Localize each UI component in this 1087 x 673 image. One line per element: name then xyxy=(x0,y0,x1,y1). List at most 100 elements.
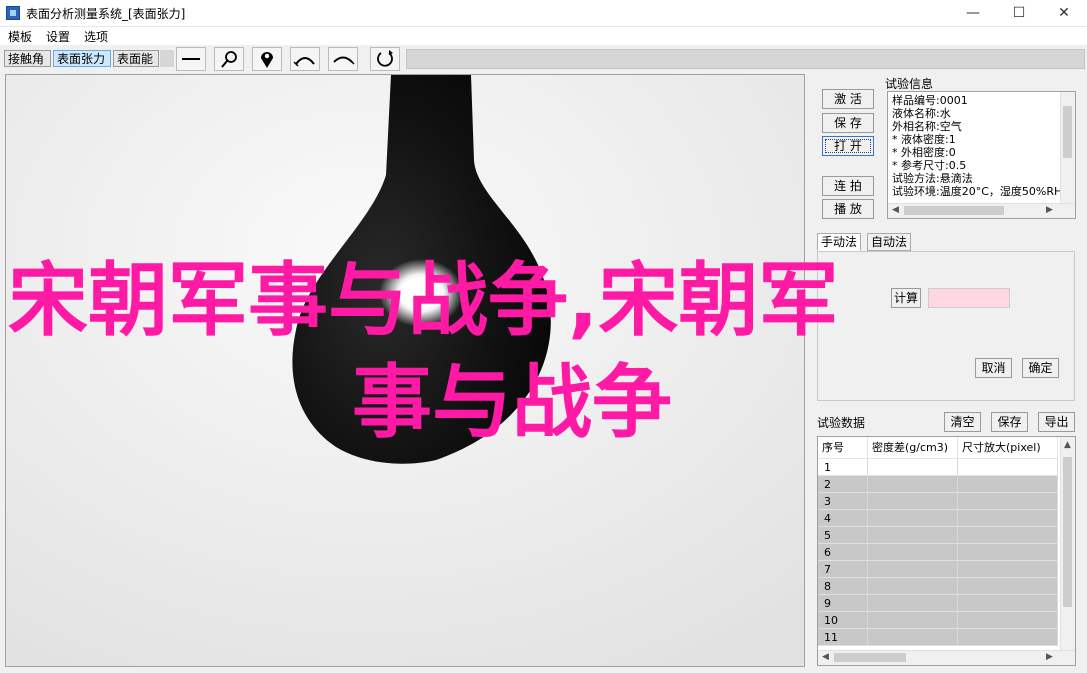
scale-cell[interactable] xyxy=(958,595,1058,612)
minimize-button[interactable]: — xyxy=(950,0,996,26)
row-index: 9 xyxy=(818,595,868,612)
tab-auto[interactable]: 自动法 xyxy=(867,233,912,251)
scale-cell[interactable] xyxy=(958,510,1058,527)
table-row[interactable]: 5 xyxy=(818,527,1058,544)
burst-button[interactable]: 连 拍 xyxy=(822,176,874,196)
info-line: 外相名称:空气 xyxy=(892,120,962,133)
maximize-button[interactable]: ☐ xyxy=(996,0,1042,26)
info-line: 液体名称:水 xyxy=(892,107,951,120)
info-line: 试验环境:温度20°C，湿度50%RH xyxy=(892,185,1063,198)
info-line: 试验方法:悬滴法 xyxy=(892,172,973,185)
row-index: 6 xyxy=(818,544,868,561)
result-field[interactable] xyxy=(928,288,1010,308)
export-button[interactable]: 导出 xyxy=(1038,412,1075,432)
scroll-thumb[interactable] xyxy=(834,653,906,662)
table-horizontal-scrollbar[interactable]: ◀ ▶ xyxy=(818,650,1075,665)
tab-surface-energy[interactable]: 表面能 xyxy=(113,50,159,67)
table-row[interactable]: 6 xyxy=(818,544,1058,561)
density-cell[interactable] xyxy=(868,612,958,629)
refresh-icon[interactable] xyxy=(370,47,400,71)
scroll-up-icon[interactable]: ▲ xyxy=(1064,440,1071,450)
density-cell[interactable] xyxy=(868,527,958,544)
row-index: 10 xyxy=(818,612,868,629)
scale-cell[interactable] xyxy=(958,561,1058,578)
scroll-left-icon[interactable]: ◀ xyxy=(822,652,829,662)
density-cell[interactable] xyxy=(868,561,958,578)
info-vertical-scrollbar[interactable] xyxy=(1060,92,1075,204)
scroll-right-icon[interactable]: ▶ xyxy=(1046,652,1053,662)
row-index: 4 xyxy=(818,510,868,527)
toolbar-separator xyxy=(160,50,174,67)
arc-up-icon[interactable] xyxy=(290,47,320,71)
table-row[interactable]: 9 xyxy=(818,595,1058,612)
arc-down-icon[interactable] xyxy=(328,47,358,71)
toolbar-empty-area xyxy=(406,49,1085,69)
scroll-left-icon[interactable]: ◀ xyxy=(892,205,899,215)
table-row[interactable]: 10 xyxy=(818,612,1058,629)
overlay-title-line-2: 事与战争 xyxy=(352,356,672,449)
scale-cell[interactable] xyxy=(958,629,1058,646)
open-button[interactable]: 打 开 xyxy=(822,136,874,156)
row-index: 2 xyxy=(818,476,868,493)
close-button[interactable]: ✕ xyxy=(1041,0,1087,26)
table-row[interactable]: 4 xyxy=(818,510,1058,527)
row-index: 1 xyxy=(818,459,868,476)
scale-cell[interactable] xyxy=(958,612,1058,629)
location-pin-icon[interactable] xyxy=(252,47,282,71)
toolbar: 接触角 表面张力 表面能 xyxy=(0,46,1087,72)
table-row[interactable]: 2 xyxy=(818,476,1058,493)
scale-cell[interactable] xyxy=(958,578,1058,595)
scale-cell[interactable] xyxy=(958,459,1058,476)
column-header-density[interactable]: 密度差(g/cm3) xyxy=(868,437,958,459)
data-table[interactable]: 序号 密度差(g/cm3) 尺寸放大(pixel) 1 2 3 4 5 6 7 … xyxy=(817,436,1076,666)
row-index: 11 xyxy=(818,629,868,646)
play-button[interactable]: 播 放 xyxy=(822,199,874,219)
calc-button[interactable]: 计算 xyxy=(891,288,921,308)
density-cell[interactable] xyxy=(868,459,958,476)
column-header-scale[interactable]: 尺寸放大(pixel) xyxy=(958,437,1058,459)
scale-cell[interactable] xyxy=(958,527,1058,544)
density-cell[interactable] xyxy=(868,595,958,612)
clear-button[interactable]: 清空 xyxy=(944,412,981,432)
density-cell[interactable] xyxy=(868,578,958,595)
tab-contact-angle[interactable]: 接触角 xyxy=(4,50,51,67)
scroll-thumb[interactable] xyxy=(1063,106,1072,158)
table-vertical-scrollbar[interactable]: ▲ xyxy=(1060,437,1075,651)
column-header-index[interactable]: 序号 xyxy=(818,437,868,459)
method-panel: 计算 取消 确定 xyxy=(817,251,1075,401)
info-horizontal-scrollbar[interactable]: ◀ ▶ xyxy=(888,203,1075,218)
density-cell[interactable] xyxy=(868,510,958,527)
tab-manual[interactable]: 手动法 xyxy=(817,233,862,251)
menu-template[interactable]: 模板 xyxy=(8,28,32,45)
magnify-icon[interactable] xyxy=(214,47,244,71)
scroll-right-icon[interactable]: ▶ xyxy=(1046,205,1053,215)
scale-cell[interactable] xyxy=(958,544,1058,561)
scale-cell[interactable] xyxy=(958,493,1058,510)
density-cell[interactable] xyxy=(868,493,958,510)
tab-surface-tension[interactable]: 表面张力 xyxy=(53,50,111,67)
data-label: 试验数据 xyxy=(817,416,866,430)
density-cell[interactable] xyxy=(868,544,958,561)
table-row[interactable]: 1 xyxy=(818,459,1058,476)
scroll-thumb[interactable] xyxy=(904,206,1004,215)
density-cell[interactable] xyxy=(868,476,958,493)
save-data-button[interactable]: 保存 xyxy=(991,412,1028,432)
menu-options[interactable]: 选项 xyxy=(84,28,108,45)
activate-button[interactable]: 激 活 xyxy=(822,89,874,109)
save-image-button[interactable]: 保 存 xyxy=(822,113,874,133)
app-icon xyxy=(6,6,20,20)
table-row[interactable]: 7 xyxy=(818,561,1058,578)
info-line: * 外相密度:0 xyxy=(892,146,956,159)
row-index: 7 xyxy=(818,561,868,578)
scale-cell[interactable] xyxy=(958,476,1058,493)
cancel-button[interactable]: 取消 xyxy=(975,358,1012,378)
density-cell[interactable] xyxy=(868,629,958,646)
scroll-thumb[interactable] xyxy=(1063,457,1072,607)
table-row[interactable]: 11 xyxy=(818,629,1058,646)
info-line: * 参考尺寸:0.5 xyxy=(892,159,967,172)
table-row[interactable]: 8 xyxy=(818,578,1058,595)
line-tool-icon[interactable] xyxy=(176,47,206,71)
confirm-button[interactable]: 确定 xyxy=(1022,358,1059,378)
table-row[interactable]: 3 xyxy=(818,493,1058,510)
menu-settings[interactable]: 设置 xyxy=(46,28,70,45)
